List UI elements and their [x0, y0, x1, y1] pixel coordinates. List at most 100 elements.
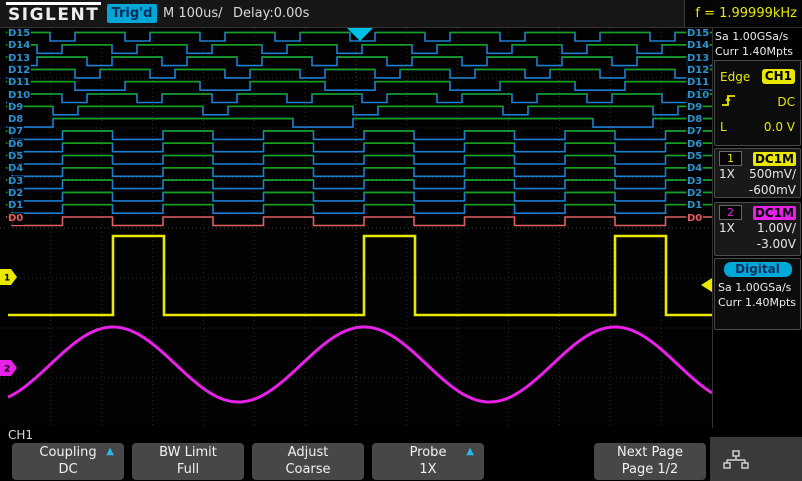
channel1-info-box[interactable]: 1 DC1M 1X 500mV/ -600mV — [714, 148, 801, 198]
digital-label-d2-left[interactable]: D2 — [7, 188, 24, 200]
svg-text:1: 1 — [4, 274, 10, 284]
ch1-square-wave-trace — [8, 236, 712, 315]
digital-label-d4-left[interactable]: D4 — [7, 163, 24, 175]
digital-label-d4-right[interactable]: D4 — [686, 163, 703, 175]
digital-trace-d6 — [6, 143, 712, 152]
status-sidebar: Sa 1.00GSa/s Curr 1.40Mpts Edge CH1 DC L… — [712, 28, 802, 428]
channel1-number: 1 — [719, 151, 742, 166]
digital-trace-d9 — [6, 106, 712, 115]
waveform-graticule: 12D15D15D14D14D13D13D12D12D11D11D10D10D9… — [0, 28, 712, 428]
digital-sample-rate: Sa 1.00GSa/s — [716, 280, 799, 295]
digital-label-d9-left[interactable]: D9 — [7, 102, 24, 114]
digital-label-d10-left[interactable]: D10 — [7, 90, 31, 102]
softkey-adjust[interactable]: AdjustCoarse — [252, 443, 364, 480]
ch1-zero-marker[interactable]: 1 — [0, 269, 17, 285]
analog-sample-rate: Sa 1.00GSa/s — [715, 29, 802, 44]
digital-label-d7-right[interactable]: D7 — [686, 126, 703, 138]
rising-edge-icon — [720, 92, 738, 111]
softkey-label: BW Limit — [132, 444, 244, 461]
digital-label-d13-left[interactable]: D13 — [7, 53, 31, 65]
digital-label-d12-left[interactable]: D12 — [7, 65, 31, 77]
trigger-level-label: L — [720, 120, 727, 134]
digital-label-d6-right[interactable]: D6 — [686, 139, 703, 151]
digital-label-d2-right[interactable]: D2 — [686, 188, 703, 200]
digital-label-d8-right[interactable]: D8 — [686, 114, 703, 126]
digital-label-d0-right[interactable]: D0 — [686, 213, 703, 225]
softkey-bw-limit[interactable]: BW LimitFull — [132, 443, 244, 480]
digital-label-d1-left[interactable]: D1 — [7, 200, 24, 212]
digital-trace-d7 — [6, 131, 712, 140]
softkey-value: Full — [132, 461, 244, 478]
menu-channel-label: CH1 — [8, 428, 33, 442]
softkey-value: 1X — [372, 461, 484, 478]
digital-label-d15-left[interactable]: D15 — [7, 28, 31, 40]
channel2-info-box[interactable]: 2 DC1M 1X 1.00V/ -3.00V — [714, 202, 801, 256]
digital-trace-d3 — [6, 180, 712, 189]
softkey-next-page[interactable]: Next PagePage 1/2 — [594, 443, 706, 480]
digital-trace-d10 — [6, 94, 712, 103]
digital-trace-d1 — [6, 205, 712, 214]
softkey-coupling[interactable]: CouplingDC▲ — [12, 443, 124, 480]
digital-info-panel[interactable]: Digital Sa 1.00GSa/s Curr 1.40Mpts — [714, 258, 801, 330]
trigger-level-value: 0.0 V — [764, 120, 795, 134]
trigger-mode-label: Edge — [720, 70, 750, 84]
digital-label-d14-left[interactable]: D14 — [7, 40, 31, 52]
trigger-level-marker[interactable] — [701, 278, 712, 292]
softkey-menu-bar: CH1 CouplingDC▲BW LimitFullAdjustCoarseP… — [0, 428, 802, 481]
digital-trace-d4 — [6, 168, 712, 177]
digital-label-d7-left[interactable]: D7 — [7, 126, 24, 138]
digital-label-d15-right[interactable]: D15 — [686, 28, 710, 40]
digital-label-d11-left[interactable]: D11 — [7, 77, 31, 89]
timebase-readout: M 100us/ — [163, 6, 223, 21]
digital-trace-d0 — [6, 217, 712, 226]
digital-traces — [6, 33, 712, 226]
channel1-attenuation: 1X — [719, 167, 735, 182]
digital-label-d11-right[interactable]: D11 — [686, 77, 710, 89]
trigger-position-marker[interactable] — [347, 28, 373, 41]
delay-readout: Delay:0.00s — [233, 6, 309, 21]
graticule-lines — [0, 28, 712, 428]
digital-label-d12-right[interactable]: D12 — [686, 65, 710, 77]
channel2-scale: 1.00V/ — [757, 221, 796, 236]
ch2-sine-wave-trace — [8, 327, 712, 402]
waveform-svg: 12 — [0, 28, 712, 428]
digital-label-d0-left[interactable]: D0 — [7, 213, 24, 225]
digital-title-badge: Digital — [724, 262, 792, 277]
digital-label-d1-right[interactable]: D1 — [686, 200, 703, 212]
softkey-value: Coarse — [252, 461, 364, 478]
digital-trace-d11 — [6, 82, 712, 91]
digital-label-d9-right[interactable]: D9 — [686, 102, 703, 114]
top-status-bar: SIGLENT Trig'd M 100us/ Delay:0.00s f = … — [0, 0, 802, 28]
channel2-number: 2 — [719, 205, 742, 220]
analog-acquisition-info: Sa 1.00GSa/s Curr 1.40Mpts — [713, 28, 802, 61]
channel2-offset: -3.00V — [719, 237, 796, 252]
digital-label-d6-left[interactable]: D6 — [7, 139, 24, 151]
channel1-coupling-badge: DC1M — [753, 152, 796, 166]
digital-trace-d13 — [6, 57, 712, 66]
softkey-expand-arrow-icon: ▲ — [466, 446, 474, 457]
softkey-probe[interactable]: Probe1X▲ — [372, 443, 484, 480]
channel2-attenuation: 1X — [719, 221, 735, 236]
softkey-label: Next Page — [594, 444, 706, 461]
ch2-zero-marker[interactable]: 2 — [0, 360, 17, 376]
svg-text:2: 2 — [4, 365, 10, 375]
digital-label-d10-right[interactable]: D10 — [686, 90, 710, 102]
digital-trace-d8 — [6, 119, 712, 128]
digital-label-d14-right[interactable]: D14 — [686, 40, 710, 52]
trigger-info-panel[interactable]: Edge CH1 DC L 0.0 V — [714, 60, 801, 146]
digital-label-d8-left[interactable]: D8 — [7, 114, 24, 126]
lan-status-panel — [710, 437, 802, 481]
brand-logo: SIGLENT — [6, 2, 101, 26]
oscilloscope-screen: SIGLENT Trig'd M 100us/ Delay:0.00s f = … — [0, 0, 802, 481]
digital-label-d3-left[interactable]: D3 — [7, 176, 24, 188]
digital-label-d5-right[interactable]: D5 — [686, 151, 703, 163]
digital-label-d3-right[interactable]: D3 — [686, 176, 703, 188]
digital-label-d13-right[interactable]: D13 — [686, 53, 710, 65]
digital-trace-d14 — [6, 45, 712, 54]
analog-memory-depth: Curr 1.40Mpts — [715, 44, 802, 59]
frequency-counter-readout: f = 1.99999kHz — [684, 0, 802, 27]
digital-trace-d12 — [6, 69, 712, 78]
softkey-value: DC — [12, 461, 124, 478]
digital-label-d5-left[interactable]: D5 — [7, 151, 24, 163]
trigger-status-badge: Trig'd — [107, 4, 157, 23]
